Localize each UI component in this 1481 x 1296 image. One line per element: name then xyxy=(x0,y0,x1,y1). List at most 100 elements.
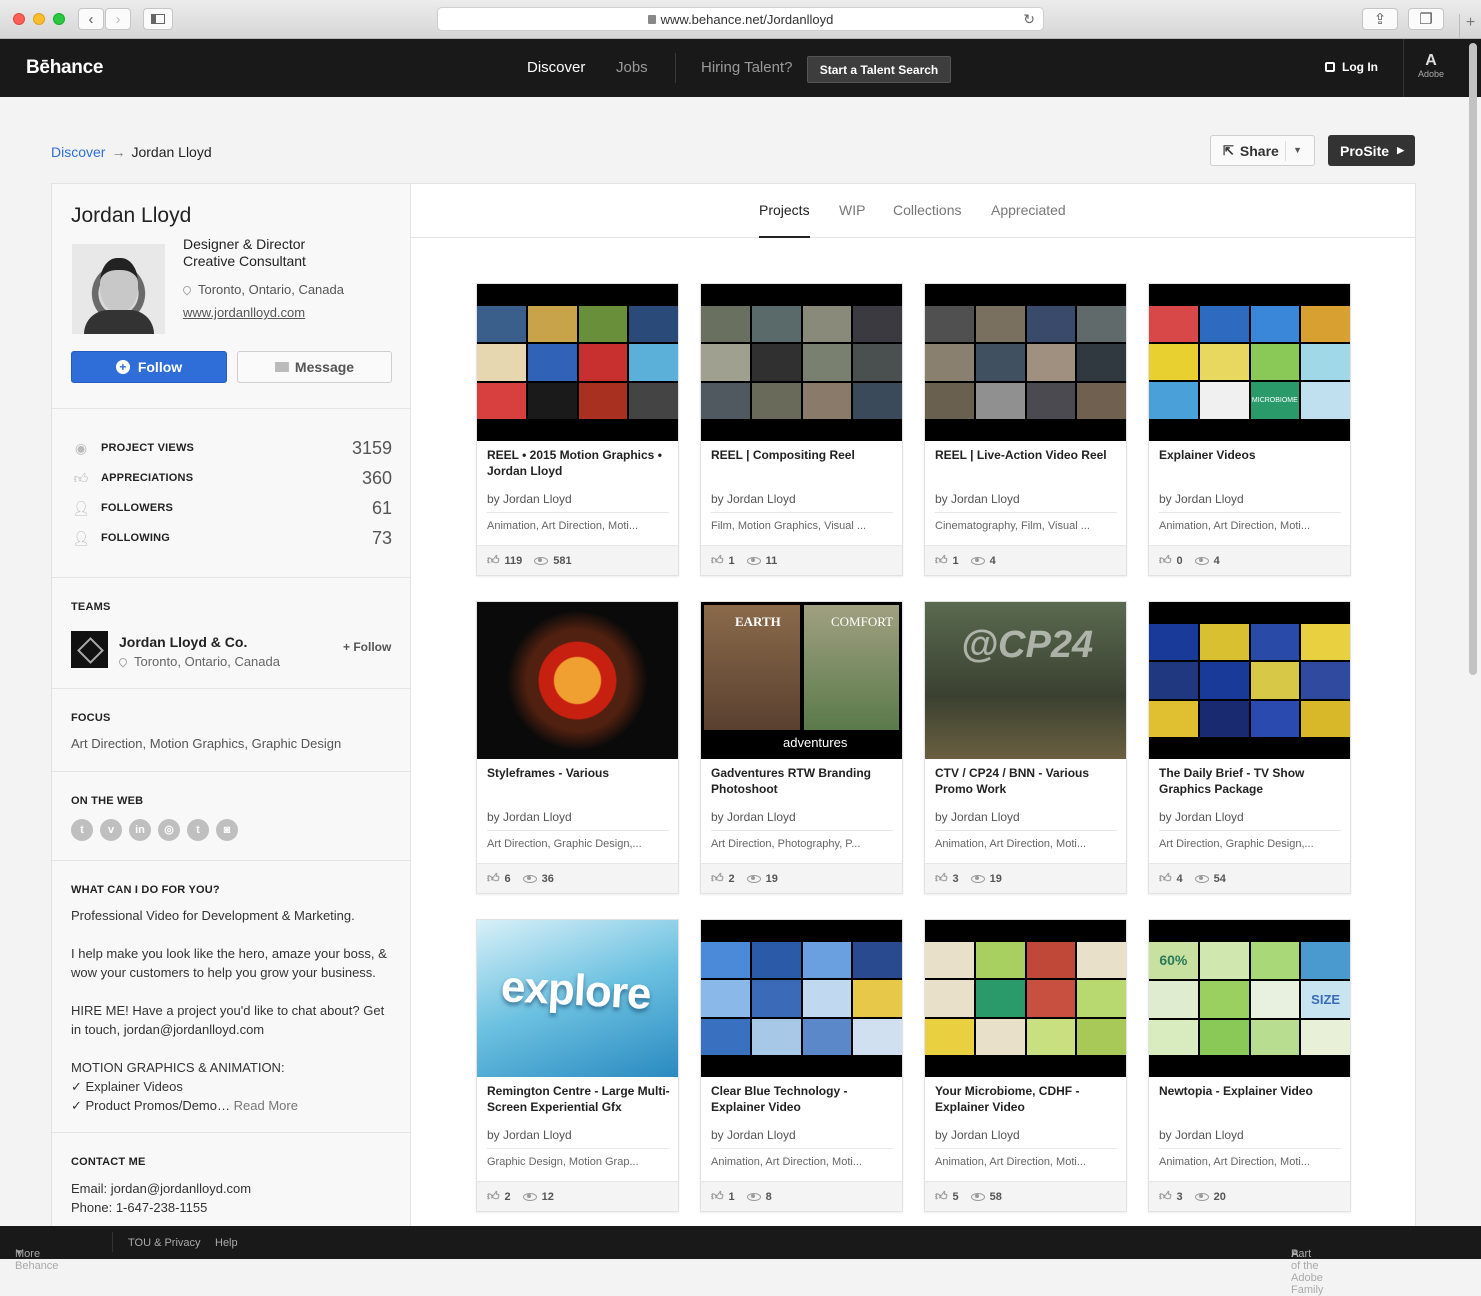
team-logo[interactable] xyxy=(71,631,108,668)
project-title[interactable]: Styleframes - Various xyxy=(487,765,672,781)
twitter-icon[interactable]: t xyxy=(71,819,93,841)
follow-button[interactable]: + Follow xyxy=(71,351,227,383)
project-card[interactable]: Styleframes - Various by Jordan Lloyd Ar… xyxy=(476,601,679,894)
share-button[interactable]: ⇱ Share ▼ xyxy=(1210,135,1315,166)
project-card[interactable]: Clear Blue Technology - Explainer Video … xyxy=(700,919,903,1212)
tumblr-icon[interactable]: t xyxy=(187,819,209,841)
team-name[interactable]: Jordan Lloyd & Co. xyxy=(119,634,247,650)
prosite-button[interactable]: ProSite ▶ xyxy=(1328,135,1415,166)
project-owner[interactable]: by Jordan Lloyd xyxy=(487,1128,572,1142)
project-thumbnail[interactable]: @CP24 xyxy=(925,602,1126,759)
projects-panel: Projects WIP Collections Appreciated REE… xyxy=(410,183,1416,1228)
minimize-window-button[interactable] xyxy=(33,13,45,25)
project-card[interactable]: REEL | Compositing Reel by Jordan Lloyd … xyxy=(700,283,903,576)
project-card[interactable]: explore Remington Centre - Large Multi-S… xyxy=(476,919,679,1212)
project-title[interactable]: Explainer Videos xyxy=(1159,447,1344,463)
project-owner[interactable]: by Jordan Lloyd xyxy=(487,810,572,824)
project-card[interactable]: Your Microbiome, CDHF - Explainer Video … xyxy=(924,919,1127,1212)
project-title[interactable]: Newtopia - Explainer Video xyxy=(1159,1083,1344,1099)
project-thumbnail[interactable]: explore xyxy=(477,920,678,1077)
likes-count: 2 xyxy=(728,872,735,885)
message-button[interactable]: Message xyxy=(237,351,392,383)
project-thumbnail[interactable] xyxy=(925,920,1126,1077)
team-follow-button[interactable]: + Follow xyxy=(343,640,391,654)
project-owner[interactable]: by Jordan Lloyd xyxy=(935,492,1020,506)
behance-logo[interactable]: Bēhance xyxy=(26,57,103,79)
project-card[interactable]: @CP24 CTV / CP24 / BNN - Various Promo W… xyxy=(924,601,1127,894)
page-scrollbar[interactable] xyxy=(1469,43,1477,675)
project-owner[interactable]: by Jordan Lloyd xyxy=(935,810,1020,824)
project-owner[interactable]: by Jordan Lloyd xyxy=(711,1128,796,1142)
project-card[interactable]: MICROBIOME Explainer Videos by Jordan Ll… xyxy=(1148,283,1351,576)
new-tab-button[interactable]: + xyxy=(1459,14,1481,39)
instagram-icon[interactable]: ◙ xyxy=(216,819,238,841)
project-title[interactable]: Gadventures RTW Branding Photoshoot xyxy=(711,765,896,797)
team-location: Toronto, Ontario, Canada xyxy=(117,654,280,669)
project-thumbnail[interactable]: 60% SIZE xyxy=(1149,920,1350,1077)
views-count: 12 xyxy=(541,1190,554,1203)
project-thumbnail[interactable]: EARTH COMFORT adventures xyxy=(701,602,902,759)
project-owner[interactable]: by Jordan Lloyd xyxy=(1159,810,1244,824)
project-title[interactable]: Remington Centre - Large Multi-Screen Ex… xyxy=(487,1083,672,1115)
project-thumbnail[interactable] xyxy=(701,284,902,441)
project-thumbnail[interactable] xyxy=(701,920,902,1077)
tab-collections[interactable]: Collections xyxy=(893,202,961,218)
close-window-button[interactable] xyxy=(13,13,25,25)
project-owner[interactable]: by Jordan Lloyd xyxy=(487,492,572,506)
nav-discover[interactable]: Discover xyxy=(527,59,585,76)
read-more-link[interactable]: Read More xyxy=(234,1098,298,1113)
project-title[interactable]: Your Microbiome, CDHF - Explainer Video xyxy=(935,1083,1120,1115)
chevron-down-icon[interactable]: ▼ xyxy=(1293,145,1302,155)
share-browser-button[interactable]: ⇪ xyxy=(1362,8,1398,30)
project-owner[interactable]: by Jordan Lloyd xyxy=(1159,1128,1244,1142)
project-title[interactable]: REEL • 2015 Motion Graphics • Jordan Llo… xyxy=(487,447,672,479)
project-thumbnail[interactable] xyxy=(1149,602,1350,759)
project-thumbnail[interactable]: MICROBIOME xyxy=(1149,284,1350,441)
stat-value: 360 xyxy=(361,467,392,488)
project-owner[interactable]: by Jordan Lloyd xyxy=(1159,492,1244,506)
project-title[interactable]: The Daily Brief - TV Show Graphics Packa… xyxy=(1159,765,1344,797)
project-title[interactable]: CTV / CP24 / BNN - Various Promo Work xyxy=(935,765,1120,797)
project-card[interactable]: 60% SIZE Newtopia - Explainer Video by J… xyxy=(1148,919,1351,1212)
reload-icon[interactable]: ↻ xyxy=(1023,11,1035,28)
login-link[interactable]: Log In xyxy=(1325,60,1378,74)
project-thumbnail[interactable] xyxy=(925,284,1126,441)
tabs-overview-button[interactable]: ❐ xyxy=(1408,8,1444,30)
tab-appreciated[interactable]: Appreciated xyxy=(991,202,1066,218)
address-bar[interactable]: www.behance.net/Jordanlloyd ↻ xyxy=(437,7,1044,31)
stat-followers[interactable]: 👤︎ FOLLOWERS 61 xyxy=(71,497,392,519)
project-card[interactable]: The Daily Brief - TV Show Graphics Packa… xyxy=(1148,601,1351,894)
forward-button[interactable]: › xyxy=(105,8,131,30)
project-card[interactable]: REEL | Live-Action Video Reel by Jordan … xyxy=(924,283,1127,576)
zoom-window-button[interactable] xyxy=(53,13,65,25)
views-count: 4 xyxy=(1213,554,1220,567)
stat-following[interactable]: 👤︎ FOLLOWING 73 xyxy=(71,527,392,549)
nav-jobs[interactable]: Jobs xyxy=(616,59,648,76)
vimeo-icon[interactable]: v xyxy=(100,819,122,841)
nav-hiring-talent[interactable]: Hiring Talent? xyxy=(701,59,792,76)
project-title[interactable]: REEL | Compositing Reel xyxy=(711,447,896,463)
thumb-earth-label: EARTH xyxy=(735,614,781,629)
adobe-link[interactable]: A Adobe xyxy=(1414,53,1448,80)
project-thumbnail[interactable] xyxy=(477,602,678,759)
project-card[interactable]: REEL • 2015 Motion Graphics • Jordan Llo… xyxy=(476,283,679,576)
tab-wip[interactable]: WIP xyxy=(839,202,865,218)
avatar[interactable] xyxy=(72,244,165,334)
project-owner[interactable]: by Jordan Lloyd xyxy=(711,810,796,824)
tab-projects[interactable]: Projects xyxy=(759,202,810,218)
project-owner[interactable]: by Jordan Lloyd xyxy=(935,1128,1020,1142)
project-title[interactable]: REEL | Live-Action Video Reel xyxy=(935,447,1120,463)
sidebar-toggle-button[interactable] xyxy=(143,8,173,30)
project-card[interactable]: EARTH COMFORT adventures Gadventures RTW… xyxy=(700,601,903,894)
project-owner[interactable]: by Jordan Lloyd xyxy=(711,492,796,506)
tou-privacy-link[interactable]: TOU & Privacy xyxy=(128,1237,201,1249)
dribbble-icon[interactable]: ◎ xyxy=(158,819,180,841)
project-title[interactable]: Clear Blue Technology - Explainer Video xyxy=(711,1083,896,1115)
help-link[interactable]: Help xyxy=(215,1237,238,1249)
back-button[interactable]: ‹ xyxy=(78,8,104,30)
project-thumbnail[interactable] xyxy=(477,284,678,441)
linkedin-icon[interactable]: in xyxy=(129,819,151,841)
breadcrumb-discover[interactable]: Discover xyxy=(51,144,105,160)
start-talent-search-button[interactable]: Start a Talent Search xyxy=(807,56,951,83)
website-link[interactable]: www.jordanlloyd.com xyxy=(183,305,305,320)
